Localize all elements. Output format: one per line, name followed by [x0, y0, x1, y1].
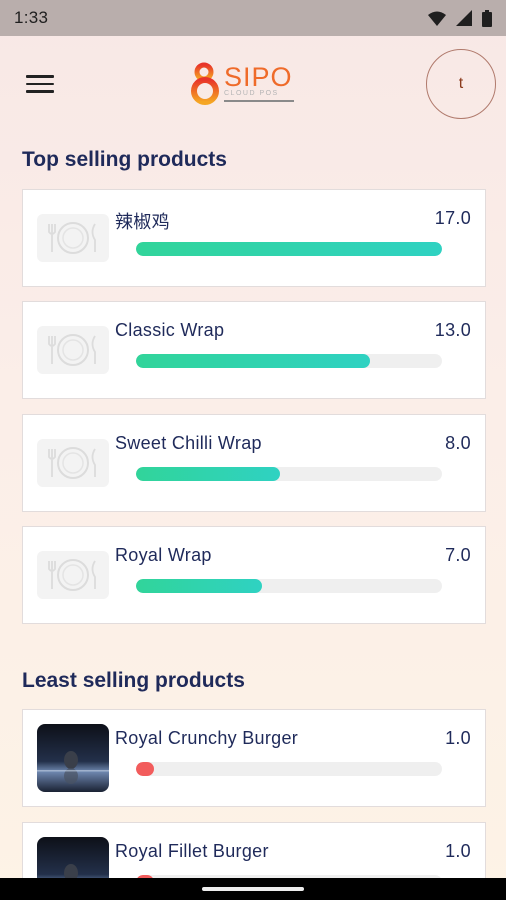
sales-bar-fill — [136, 579, 263, 593]
menu-icon-line — [26, 75, 54, 78]
product-quantity: 7.0 — [445, 545, 471, 565]
product-quantity: 17.0 — [434, 208, 471, 228]
sales-bar-fill — [136, 354, 371, 368]
sipo-logo: SIPO CLOUD POS — [190, 58, 305, 108]
least-selling-title: Least selling products — [22, 669, 245, 692]
sales-bar-fill — [136, 467, 281, 481]
plate-cutlery-icon — [48, 222, 96, 254]
navigation-bar — [0, 878, 506, 900]
sales-bar-track — [136, 762, 442, 776]
home-gesture-handle[interactable] — [202, 887, 304, 891]
product-name: Royal Wrap — [115, 545, 212, 565]
logo-name: SIPO — [224, 62, 293, 92]
logo-underline — [224, 100, 294, 102]
product-placeholder-image — [37, 551, 109, 599]
sales-bar-track — [136, 467, 442, 481]
menu-button[interactable] — [22, 66, 58, 102]
sales-bar-fill — [136, 762, 155, 776]
top-selling-title: Top selling products — [22, 148, 227, 171]
top-product-card[interactable]: Royal Wrap 7.0 — [22, 526, 486, 624]
product-name: Sweet Chilli Wrap — [115, 433, 262, 453]
wifi-icon — [428, 11, 446, 26]
top-product-card[interactable]: 辣椒鸡 17.0 — [22, 189, 486, 287]
product-quantity: 8.0 — [445, 433, 471, 453]
product-name: Royal Fillet Burger — [115, 841, 269, 861]
signal-icon — [456, 10, 472, 26]
product-name: 辣椒鸡 — [115, 212, 170, 232]
sales-bar-track — [136, 242, 442, 256]
app-header: SIPO CLOUD POS t — [0, 36, 506, 136]
product-placeholder-image — [37, 326, 109, 374]
product-name: Royal Crunchy Burger — [115, 728, 299, 748]
product-name: Classic Wrap — [115, 320, 225, 340]
menu-icon-line — [26, 82, 54, 86]
product-placeholder-image — [37, 214, 109, 262]
status-icons — [428, 9, 492, 27]
battery-icon — [482, 9, 492, 27]
plate-cutlery-icon — [48, 334, 96, 366]
product-quantity: 1.0 — [445, 841, 471, 861]
top-product-card[interactable]: Classic Wrap 13.0 — [22, 301, 486, 399]
sales-bar-fill — [136, 242, 442, 256]
product-quantity: 13.0 — [434, 320, 471, 340]
product-placeholder-image — [37, 439, 109, 487]
logo-mark-icon — [191, 62, 219, 105]
least-product-card[interactable]: Royal Crunchy Burger 1.0 — [22, 709, 486, 807]
product-photo — [37, 724, 109, 792]
burger-photo-icon — [37, 751, 109, 784]
logo-subtitle: CLOUD POS — [224, 90, 279, 97]
avatar[interactable]: t — [426, 49, 496, 119]
sales-bar-track — [136, 354, 442, 368]
top-product-card[interactable]: Sweet Chilli Wrap 8.0 — [22, 414, 486, 512]
product-quantity: 1.0 — [445, 728, 471, 748]
avatar-initial: t — [458, 75, 464, 92]
status-time: 1:33 — [14, 8, 49, 27]
status-bar: 1:33 — [0, 0, 506, 36]
menu-icon-line — [26, 90, 54, 93]
plate-cutlery-icon — [48, 559, 96, 591]
plate-cutlery-icon — [48, 447, 96, 479]
sales-bar-track — [136, 579, 442, 593]
